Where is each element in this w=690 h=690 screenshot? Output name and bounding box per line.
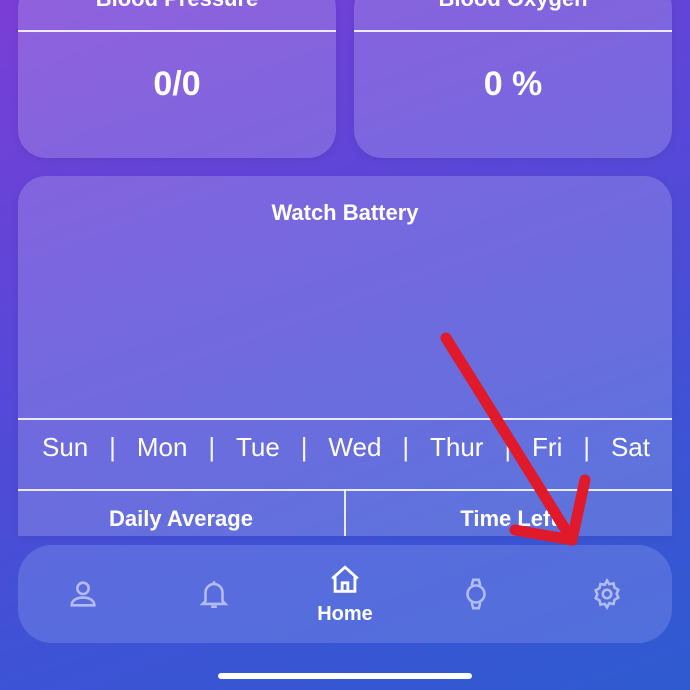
nav-settings[interactable] xyxy=(562,554,652,634)
home-icon xyxy=(331,564,359,593)
time-left-label: Time Left xyxy=(460,506,558,531)
day-tue[interactable]: Tue xyxy=(236,432,280,463)
nav-home[interactable]: Home xyxy=(300,554,390,634)
day-separator: | xyxy=(208,431,216,462)
nav-watch[interactable] xyxy=(431,554,521,634)
day-thur[interactable]: Thur xyxy=(430,432,483,463)
day-mon[interactable]: Mon xyxy=(137,432,188,463)
blood-pressure-value: 0/0 xyxy=(153,65,201,103)
nav-profile[interactable] xyxy=(38,554,128,634)
watch-battery-title: Watch Battery xyxy=(271,200,419,225)
day-separator: | xyxy=(583,431,591,462)
day-separator: | xyxy=(109,431,116,462)
daily-average-label: Daily Average xyxy=(109,506,253,531)
blood-pressure-divider xyxy=(18,30,336,32)
weekday-row: Sun | Mon | Tue | Wed | Thur | Fri | Sat xyxy=(18,428,672,466)
watch-icon xyxy=(466,578,486,610)
blood-oxygen-card[interactable]: Blood Oxygen 0 % xyxy=(354,0,672,158)
blood-pressure-card[interactable]: Blood Pressure 0/0 xyxy=(18,0,336,158)
blood-pressure-title: Blood Pressure xyxy=(18,0,336,12)
day-sun[interactable]: Sun xyxy=(42,432,88,463)
nav-home-label: Home xyxy=(317,602,373,625)
bottom-nav: Home xyxy=(18,545,672,643)
watch-battery-card[interactable]: Watch Battery Sun | Mon | Tue | Wed | Th… xyxy=(18,176,672,536)
day-separator: | xyxy=(504,431,512,462)
blood-oxygen-divider xyxy=(354,30,672,32)
user-icon xyxy=(70,581,97,607)
home-indicator-bar[interactable] xyxy=(218,673,472,679)
days-top-divider xyxy=(18,418,672,420)
day-fri[interactable]: Fri xyxy=(532,432,562,463)
day-separator: | xyxy=(300,431,308,462)
blood-oxygen-value: 0 % xyxy=(483,65,543,103)
day-wed[interactable]: Wed xyxy=(328,432,381,463)
nav-notifications[interactable] xyxy=(169,554,259,634)
day-sat[interactable]: Sat xyxy=(611,432,650,463)
gear-icon xyxy=(593,577,620,611)
day-separator: | xyxy=(402,431,410,462)
bell-icon xyxy=(199,581,229,609)
blood-oxygen-title: Blood Oxygen xyxy=(354,0,672,12)
